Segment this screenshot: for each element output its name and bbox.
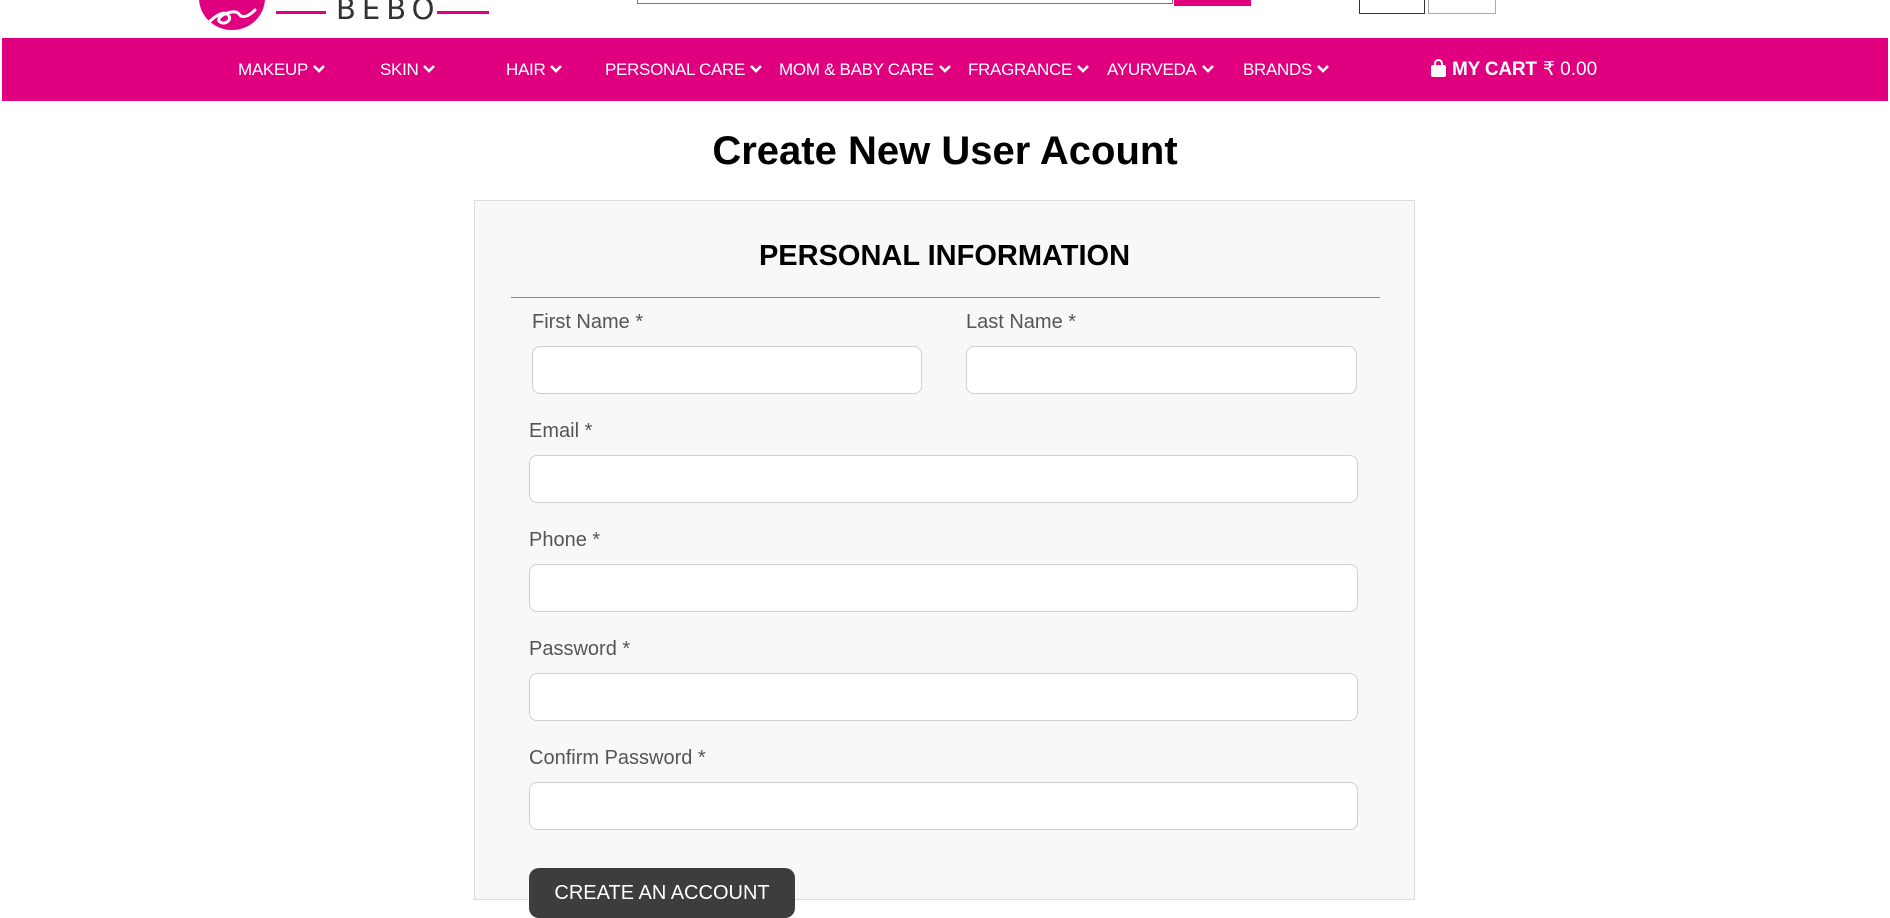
nav-item-fragrance[interactable]: FRAGRANCE (968, 38, 1090, 101)
first-name-field[interactable] (532, 346, 922, 394)
search-input[interactable] (637, 0, 1173, 4)
search-button[interactable] (1174, 0, 1251, 6)
nav-item-mom-baby-care[interactable]: MOM & BABY CARE (779, 38, 952, 101)
nav-item-label: SKIN (380, 59, 419, 79)
main-nav: MAKEUP SKIN HAIR PERSONAL CARE MOM & BAB… (2, 38, 1888, 101)
nav-item-skin[interactable]: SKIN (380, 38, 436, 101)
last-name-field[interactable] (966, 346, 1357, 394)
email-label: Email * (529, 420, 593, 442)
nav-item-label: HAIR (506, 59, 546, 79)
chevron-down-icon (750, 65, 762, 73)
first-name-label: First Name * (532, 311, 644, 333)
shopping-bag-icon (1431, 59, 1446, 77)
nav-item-label: PERSONAL CARE (605, 59, 746, 79)
chevron-down-icon (938, 65, 951, 73)
nav-item-ayurveda[interactable]: AYURVEDA (1107, 38, 1215, 101)
confirm-password-label: Confirm Password * (529, 747, 706, 769)
password-field[interactable] (529, 673, 1358, 721)
chevron-down-icon (1201, 65, 1214, 73)
confirm-password-field[interactable] (529, 782, 1358, 830)
cart-label: MY CART (1452, 58, 1537, 80)
nav-item-hair[interactable]: HAIR (506, 38, 563, 101)
page-title: Create New User Acount (712, 129, 1178, 173)
nav-item-makeup[interactable]: MAKEUP (238, 38, 326, 101)
registration-form: PERSONAL INFORMATION First Name * Last N… (474, 200, 1415, 918)
nav-item-personal-care[interactable]: PERSONAL CARE (605, 38, 763, 101)
nav-item-label: BRANDS (1243, 59, 1313, 79)
phone-label: Phone * (529, 529, 601, 551)
password-label: Password * (529, 638, 631, 660)
logo-text[interactable]: BEBO (336, 0, 440, 24)
logo-divider-left (276, 11, 326, 14)
create-account-button[interactable]: CREATE AN ACCOUNT (529, 868, 795, 918)
last-name-label: Last Name * (966, 311, 1077, 333)
nav-item-label: MOM & BABY CARE (779, 59, 934, 79)
section-divider (511, 297, 1380, 298)
logo-mark[interactable] (199, 0, 265, 30)
chevron-down-icon (423, 65, 436, 73)
logo-script-icon (205, 8, 257, 26)
chevron-down-icon (1077, 65, 1089, 73)
phone-field[interactable] (529, 564, 1358, 612)
header-action-button[interactable] (1359, 0, 1425, 14)
nav-item-label: FRAGRANCE (968, 59, 1073, 79)
section-title: PERSONAL INFORMATION (758, 240, 1131, 272)
email-field[interactable] (529, 455, 1358, 503)
chevron-down-icon (550, 65, 563, 73)
nav-item-label: MAKEUP (238, 59, 308, 79)
cart-amount: ₹ 0.00 (1542, 59, 1598, 80)
nav-item-label: AYURVEDA (1107, 59, 1197, 79)
chevron-down-icon (1317, 65, 1329, 73)
logo-divider-right (437, 11, 489, 14)
header-action-button-secondary[interactable] (1428, 0, 1496, 14)
chevron-down-icon (313, 65, 325, 73)
cart-link[interactable]: MY CART ₹ 0.00 (1430, 38, 1597, 101)
nav-item-brands[interactable]: BRANDS (1243, 38, 1330, 101)
